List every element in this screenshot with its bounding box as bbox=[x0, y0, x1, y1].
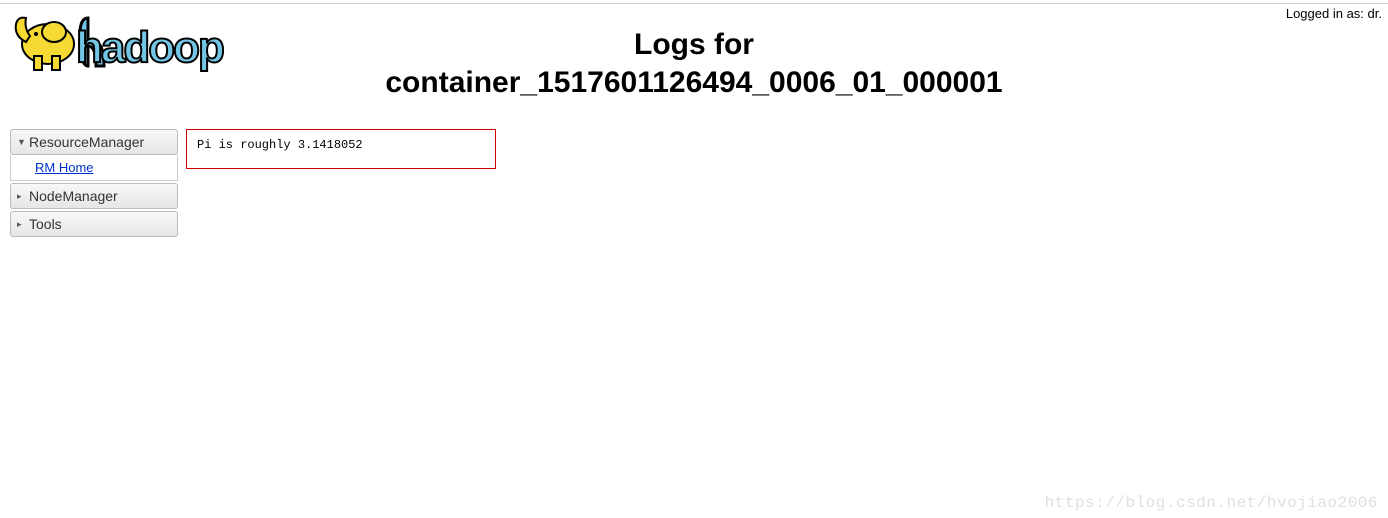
chevron-down-icon: ▼ bbox=[17, 137, 25, 147]
svg-text:hadoop: hadoop bbox=[76, 23, 224, 72]
sidebar: ▼ ResourceManager RM Home ▸ NodeManager … bbox=[10, 129, 178, 237]
title-line-1: Logs for bbox=[634, 28, 754, 61]
chevron-right-icon: ▸ bbox=[17, 191, 25, 202]
chevron-right-icon: ▸ bbox=[17, 219, 25, 230]
log-output: Pi is roughly 3.1418052 bbox=[186, 129, 496, 169]
log-content: Pi is roughly 3.1418052 bbox=[197, 138, 363, 152]
title-line-2: container_1517601126494_0006_01_000001 bbox=[385, 66, 1002, 99]
watermark: https://blog.csdn.net/hvojiao2006 bbox=[1045, 494, 1378, 512]
sidebar-section-label: Tools bbox=[29, 216, 62, 232]
sidebar-section-label: NodeManager bbox=[29, 188, 118, 204]
rm-home-link[interactable]: RM Home bbox=[35, 160, 94, 175]
sidebar-section-nodemanager[interactable]: ▸ NodeManager bbox=[10, 183, 178, 209]
sidebar-section-resourcemanager[interactable]: ▼ ResourceManager bbox=[10, 129, 178, 155]
sidebar-section-tools[interactable]: ▸ Tools bbox=[10, 211, 178, 237]
sidebar-item-rm-home[interactable]: RM Home bbox=[10, 155, 178, 181]
hadoop-logo: hadoop bbox=[6, 6, 306, 78]
sidebar-section-label: ResourceManager bbox=[29, 134, 144, 150]
